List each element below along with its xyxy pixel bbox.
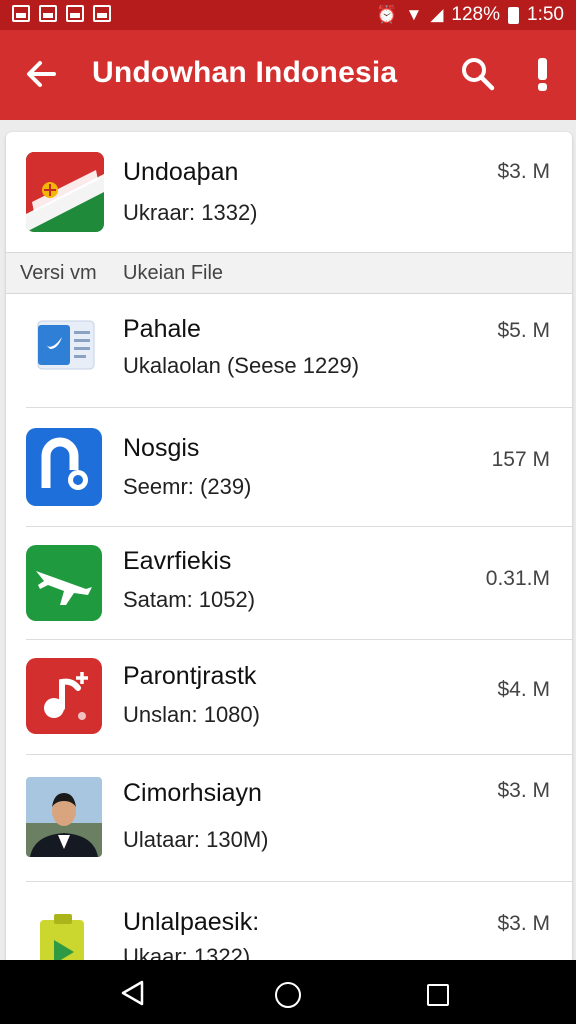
alarm-icon: ⏰ [376, 5, 398, 24]
item-size: 0.31.M [485, 567, 550, 590]
list-item[interactable]: Pahale Ukalaolan (Seese 1229) $5. M [6, 293, 572, 407]
item-name: Parontjrastk [123, 662, 257, 690]
airplane-icon [26, 545, 102, 621]
featured-item[interactable]: Undoaþan Ukraar: 1332) $3. M [6, 132, 572, 252]
music-note-icon [26, 658, 102, 734]
battery-percent: 128% [451, 4, 501, 25]
item-size: $3. M [497, 912, 550, 935]
item-size: 157 M [491, 448, 550, 471]
file-list-card: Undoaþan Ukraar: 1332) $3. M Versi vm Uk… [6, 132, 572, 972]
item-name: Nosgis [123, 434, 200, 462]
list-item[interactable]: Nosgis Seemr: (239) 157 M [6, 408, 572, 526]
list-item[interactable]: Parontjrastk Unslan: 1080) $4. M [6, 640, 572, 754]
list-item[interactable]: Eavrfiekis Satam: 1052) 0.31.M [6, 527, 572, 639]
list-item[interactable]: Cimorhsiayn Ulataar: 130M) $3. M [6, 755, 572, 881]
item-subtitle: Satam: 1052) [123, 587, 256, 612]
item-subtitle: Ukalaolan (Seese 1229) [123, 353, 360, 378]
signal-icon: ◢ [430, 5, 444, 24]
nav-home-icon[interactable] [275, 982, 301, 1008]
nav-recents-icon[interactable] [427, 984, 449, 1006]
page-title: Undowhan Indonesia [92, 56, 398, 89]
battery-icon [508, 6, 520, 24]
n-letter-icon [26, 428, 102, 506]
item-size: $3. M [497, 779, 550, 802]
document-icon [32, 315, 102, 381]
more-options-icon[interactable] [534, 58, 550, 92]
item-name: Cimorhsiayn [123, 779, 262, 807]
system-nav-bar [0, 960, 576, 1024]
app-bar: Undowhan Indonesia [0, 30, 576, 120]
item-size: $5. M [497, 319, 550, 342]
item-subtitle: Ulataar: 130M) [123, 827, 269, 852]
notification-icon [12, 5, 30, 22]
indonesia-flag-icon [26, 152, 104, 232]
section-label-file: Ukeian File [123, 262, 224, 284]
item-name: Pahale [123, 315, 201, 343]
item-size: $3. M [497, 160, 550, 183]
image-notification-icon [39, 5, 57, 22]
clock: 1:50 [527, 4, 564, 25]
item-name: Undoaþan [123, 158, 239, 186]
search-icon[interactable] [460, 56, 496, 92]
item-subtitle: Seemr: (239) [123, 474, 252, 499]
arrow-back-icon[interactable] [24, 54, 58, 94]
list-item[interactable]: Unlalpaesik: Ukaar: 1322) $3. M [6, 882, 572, 972]
item-size: $4. M [497, 678, 550, 701]
item-subtitle: Ukraar: 1332) [123, 200, 258, 225]
wifi-icon: ▼ [405, 5, 423, 24]
person-photo-icon [26, 777, 102, 857]
section-label-version: Versi vm [20, 262, 97, 284]
image-notification-icon [66, 5, 84, 22]
mail-notification-icon [93, 5, 111, 22]
item-name: Eavrfiekis [123, 547, 232, 575]
status-bar: ⏰ ▼ ◢ 128% 1:50 [0, 0, 576, 30]
section-header: Versi vm Ukeian File [6, 252, 572, 294]
item-subtitle: Unslan: 1080) [123, 702, 260, 727]
item-name: Unlalpaesik: [123, 908, 260, 936]
nav-back-icon[interactable] [120, 980, 146, 1006]
